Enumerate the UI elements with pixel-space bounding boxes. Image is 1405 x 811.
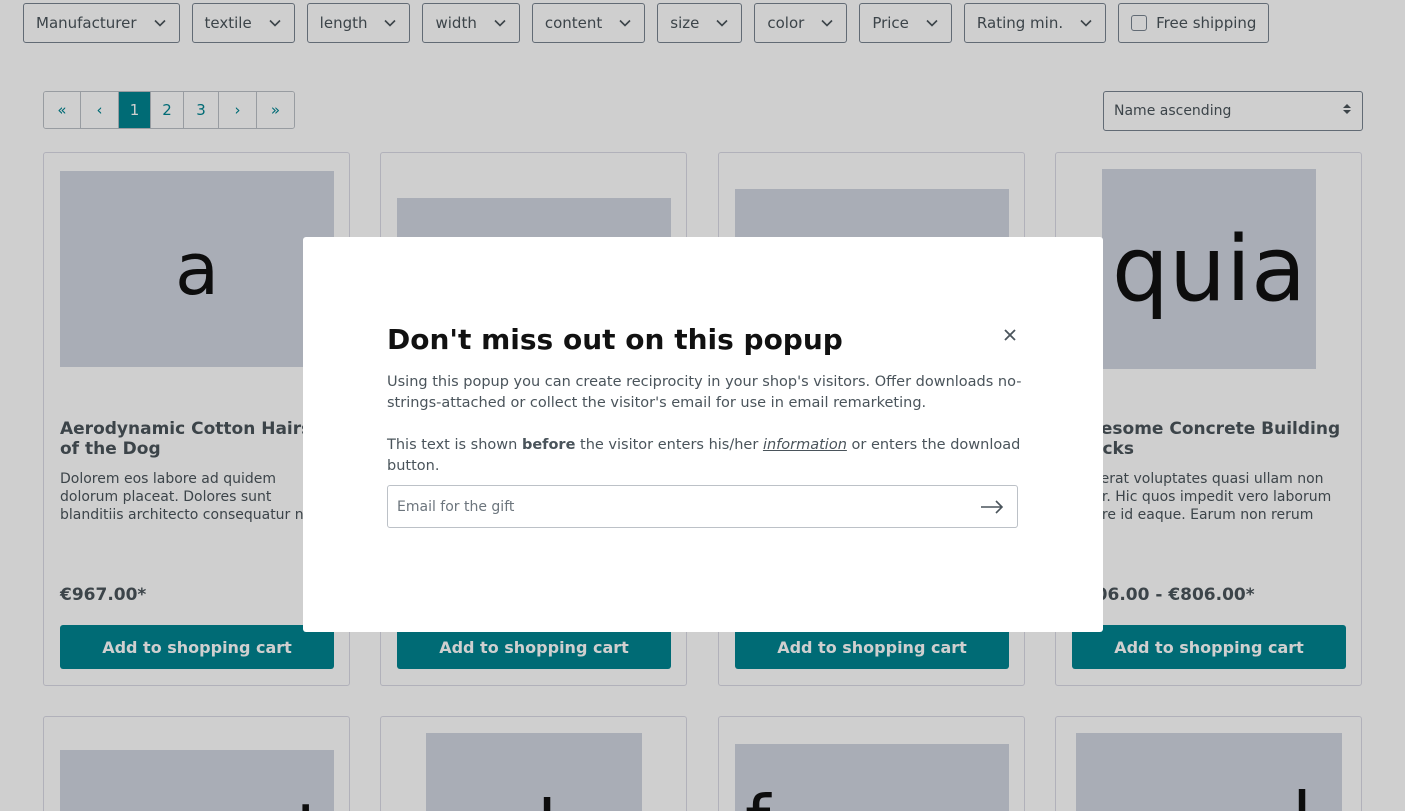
modal-paragraph: This text is shown before the visitor en… [387,435,1047,477]
modal-title: Don't miss out on this popup [387,323,843,356]
email-input[interactable] [388,486,967,527]
text: This text is shown [387,437,522,453]
popup-modal: Don't miss out on this popup Using this … [303,237,1103,632]
email-form [387,485,1018,528]
emphasis-text: information [762,437,847,453]
close-icon[interactable] [1000,325,1020,345]
text: the visitor enters his/her [575,437,763,453]
bold-text: before [521,437,576,453]
modal-paragraph: Using this popup you can create reciproc… [387,374,1022,411]
arrow-right-icon[interactable] [967,486,1017,527]
